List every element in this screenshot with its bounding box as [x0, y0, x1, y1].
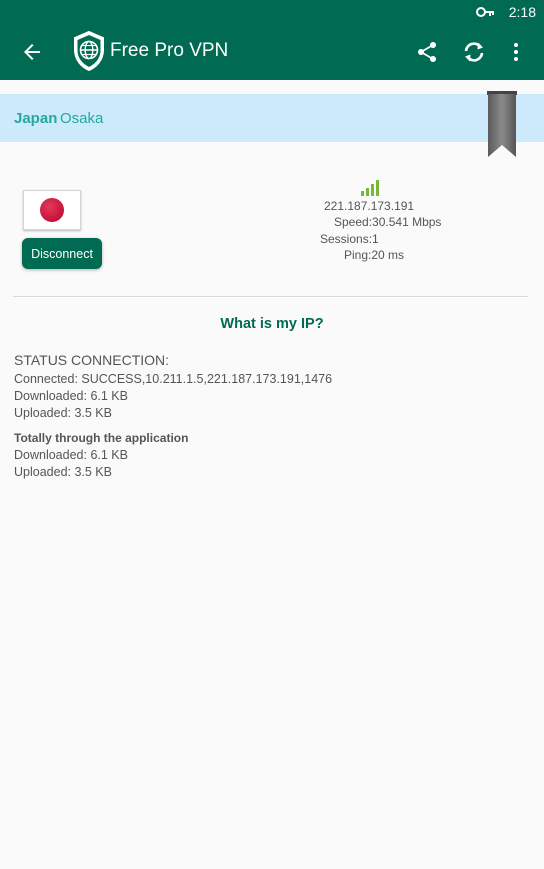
disconnect-button[interactable]: Disconnect — [22, 238, 102, 269]
total-uploaded: Uploaded: 3.5 KB — [14, 465, 112, 479]
more-vert-icon[interactable] — [504, 40, 528, 64]
status-uploaded: Uploaded: 3.5 KB — [14, 406, 112, 420]
back-arrow-icon[interactable] — [20, 40, 44, 64]
app-title: Free Pro VPN — [110, 40, 229, 61]
app-bar: Free Pro VPN — [0, 24, 544, 80]
japan-flag — [23, 190, 81, 230]
bookmark-icon[interactable] — [487, 91, 517, 159]
share-icon[interactable] — [415, 40, 439, 64]
total-title: Totally through the application — [14, 431, 189, 445]
signal-strength-icon — [361, 180, 379, 196]
key-icon — [476, 7, 494, 17]
server-ip: 221.187.173.191 — [324, 199, 415, 213]
divider — [13, 296, 528, 297]
server-selector[interactable]: Japan Osaka — [0, 94, 544, 142]
status-connected: Connected: SUCCESS,10.211.1.5,221.187.17… — [14, 372, 333, 386]
server-sessions: Sessions:1 — [320, 232, 379, 246]
server-ping: Ping:20 ms — [344, 248, 405, 262]
status-time: 2:18 — [508, 4, 536, 20]
status-downloaded: Downloaded: 6.1 KB — [14, 389, 128, 403]
status-bar: 2:18 — [0, 0, 544, 24]
server-city: Osaka — [60, 110, 104, 127]
total-downloaded: Downloaded: 6.1 KB — [14, 448, 128, 462]
refresh-icon[interactable] — [461, 39, 487, 65]
server-country: Japan — [14, 110, 58, 127]
what-is-my-ip-link[interactable]: What is my IP? — [0, 316, 544, 332]
shield-globe-icon — [74, 30, 104, 72]
flag-circle — [40, 198, 64, 222]
status-title: STATUS CONNECTION: — [14, 352, 170, 368]
server-speed: Speed:30.541 Mbps — [334, 215, 442, 229]
